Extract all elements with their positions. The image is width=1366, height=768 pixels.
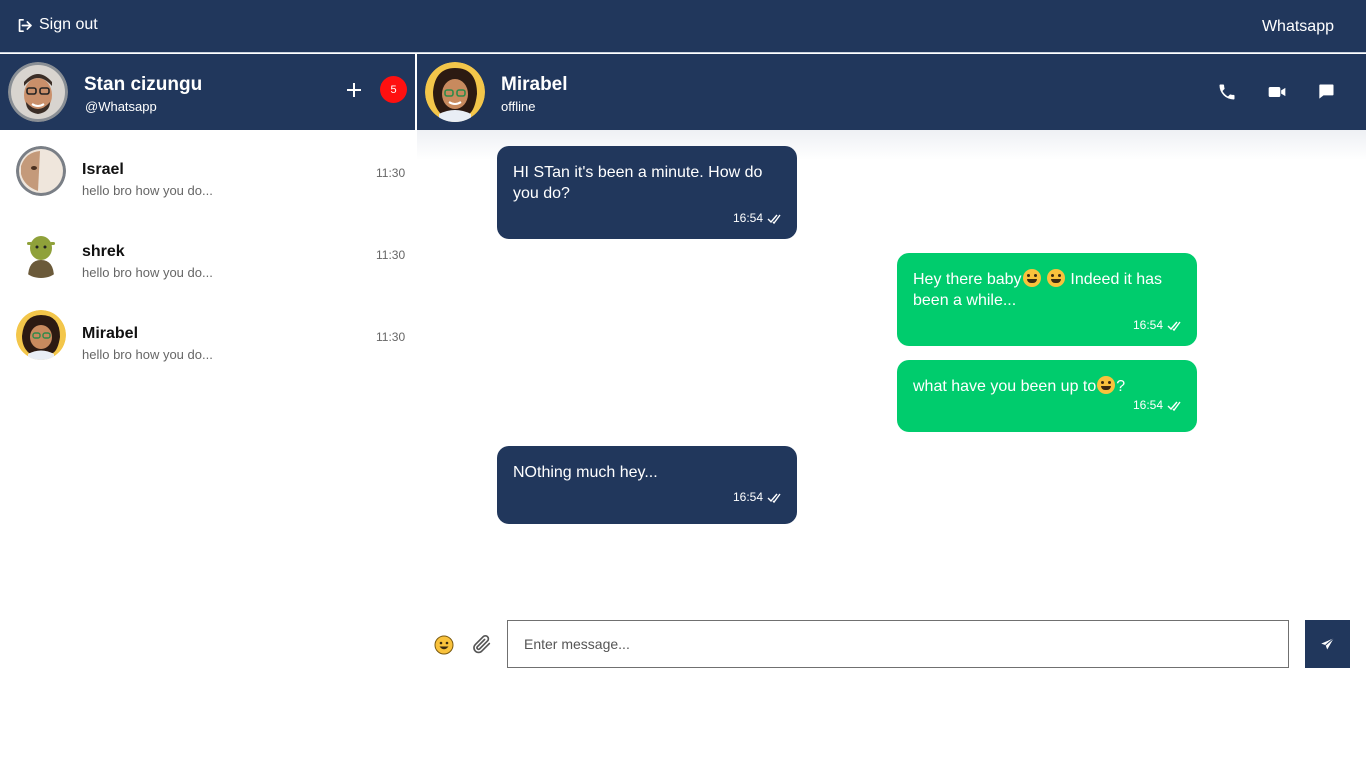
double-check-icon bbox=[1167, 401, 1181, 411]
message-text-part: Hey there baby bbox=[913, 271, 1022, 288]
new-chat-button[interactable] bbox=[346, 76, 362, 102]
message-text: NOthing much hey... bbox=[513, 464, 658, 481]
send-icon bbox=[1321, 637, 1335, 649]
message-icon bbox=[1319, 84, 1334, 99]
message-text-part: what have you been up to bbox=[913, 378, 1097, 395]
laughing-emoji-icon bbox=[1046, 269, 1065, 287]
contact-item-mirabel[interactable]: Mirabel hello bro how you do... 11:30 bbox=[0, 294, 415, 376]
contact-time: 11:30 bbox=[376, 330, 406, 344]
sign-out-label: Sign out bbox=[39, 16, 98, 33]
grinning-emoji-icon bbox=[1022, 269, 1041, 287]
double-check-icon bbox=[767, 214, 781, 224]
message-meta: 16:54 bbox=[513, 487, 781, 508]
contact-name: shrek bbox=[82, 243, 125, 260]
message-text: HI STan it's been a minute. How do you d… bbox=[513, 164, 763, 202]
message-meta: 16:54 bbox=[913, 315, 1181, 336]
contact-preview: hello bro how you do... bbox=[82, 183, 213, 198]
user-name: Stan cizungu bbox=[84, 74, 203, 95]
contact-preview: hello bro how you do... bbox=[82, 347, 213, 362]
message-time: 16:54 bbox=[1132, 398, 1163, 412]
contact-name: Mirabel bbox=[82, 325, 139, 342]
winking-emoji-icon bbox=[1097, 376, 1116, 394]
chat-header: Mirabel offline bbox=[417, 54, 1366, 130]
top-bar: Sign out Whatsapp bbox=[0, 0, 1366, 53]
smiley-icon bbox=[434, 635, 454, 655]
voice-call-button[interactable] bbox=[1217, 82, 1239, 104]
message-bubble-incoming[interactable]: HI STan it's been a minute. How do you d… bbox=[497, 146, 797, 239]
user-header: Stan cizungu @Whatsapp bbox=[0, 54, 415, 130]
message-input[interactable] bbox=[507, 620, 1289, 668]
message-bubble-outgoing[interactable]: what have you been up to? 16:54 bbox=[897, 360, 1197, 432]
sign-out-button[interactable]: Sign out bbox=[16, 16, 98, 34]
message-text: what have you been up to? bbox=[913, 376, 1181, 397]
sign-out-icon bbox=[18, 18, 32, 32]
contact-item-israel[interactable]: Israel hello bro how you do... 11:30 bbox=[0, 130, 415, 212]
user-avatar[interactable] bbox=[8, 62, 68, 122]
message-time: 16:54 bbox=[1132, 318, 1163, 332]
chat-contact-name: Mirabel bbox=[501, 74, 568, 95]
double-check-icon bbox=[1167, 321, 1181, 331]
message-meta: 16:54 bbox=[513, 208, 781, 229]
video-camera-icon bbox=[1268, 87, 1286, 97]
contact-avatar bbox=[16, 146, 66, 196]
notification-badge[interactable]: 5 bbox=[380, 76, 407, 103]
contact-preview: hello bro how you do... bbox=[82, 265, 213, 280]
plus-icon bbox=[347, 83, 361, 97]
message-time: 16:54 bbox=[732, 490, 763, 504]
chat-options-button[interactable] bbox=[1316, 82, 1338, 104]
contact-item-shrek[interactable]: shrek hello bro how you do... 11:30 bbox=[0, 212, 415, 294]
message-meta: 16:54 bbox=[913, 395, 1181, 416]
message-bubble-incoming[interactable]: NOthing much hey... 16:54 bbox=[497, 446, 797, 524]
app-brand: Whatsapp bbox=[1261, 18, 1334, 35]
user-handle: @Whatsapp bbox=[85, 99, 157, 114]
message-time: 16:54 bbox=[732, 211, 763, 225]
contact-name: Israel bbox=[82, 161, 124, 178]
message-bubble-outgoing[interactable]: Hey there baby Indeed it has been a whil… bbox=[897, 253, 1197, 346]
message-text: Hey there baby Indeed it has been a whil… bbox=[913, 269, 1181, 311]
chat-contact-status: offline bbox=[501, 99, 536, 114]
contact-avatar bbox=[16, 228, 66, 278]
message-text-part: ? bbox=[1116, 378, 1126, 395]
contact-avatar bbox=[16, 310, 66, 360]
chat-contact-avatar[interactable] bbox=[425, 62, 485, 122]
double-check-icon bbox=[767, 493, 781, 503]
attach-file-button[interactable] bbox=[471, 633, 493, 655]
paperclip-icon bbox=[473, 634, 491, 654]
contact-time: 11:30 bbox=[376, 166, 406, 180]
contact-time: 11:30 bbox=[376, 248, 406, 262]
emoji-picker-button[interactable] bbox=[434, 635, 454, 655]
send-button[interactable] bbox=[1305, 620, 1350, 668]
phone-icon bbox=[1219, 84, 1235, 100]
video-call-button[interactable] bbox=[1266, 82, 1288, 104]
